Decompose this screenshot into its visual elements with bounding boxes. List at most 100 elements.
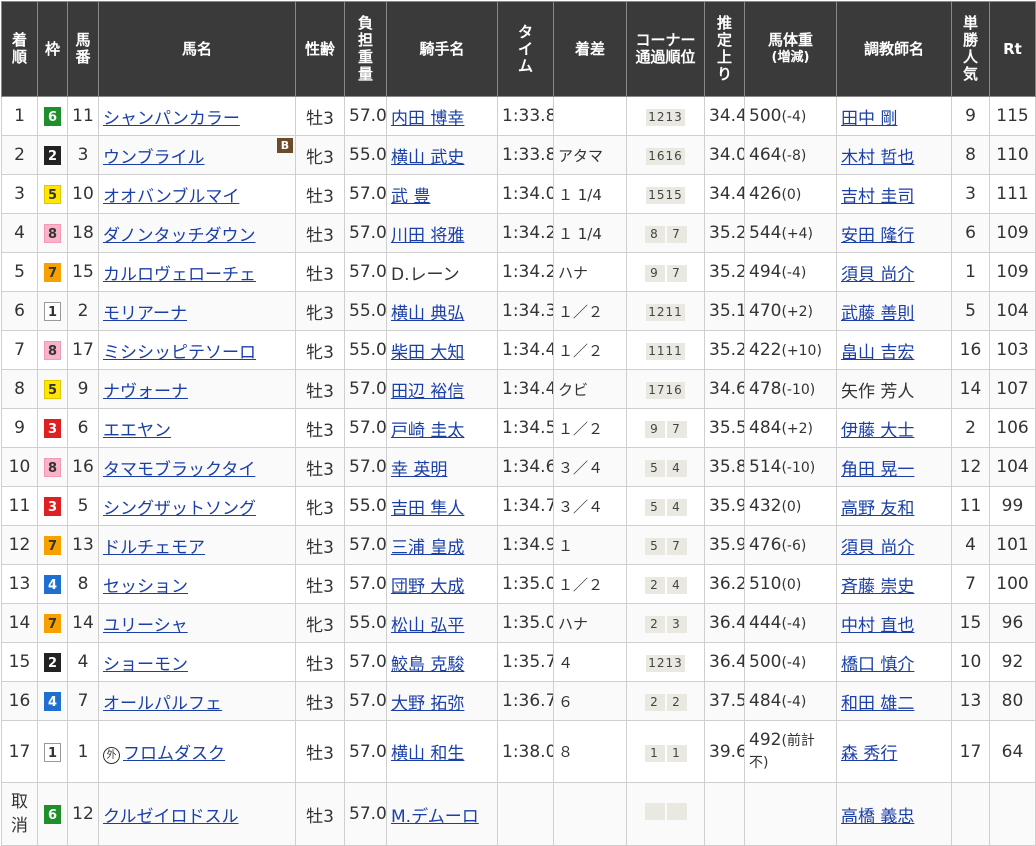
horse-name-link[interactable]: クルゼイロドスル [103, 807, 239, 827]
rank: 15 [8, 652, 31, 672]
last3f: 39.6 [704, 720, 745, 783]
weight: 57.0 [344, 174, 387, 214]
trainer-link[interactable]: 和田 雄二 [841, 694, 914, 714]
body-weight-cell: 470(+2) [744, 291, 837, 331]
horse-name-link[interactable]: ウンブライル [103, 148, 205, 168]
horse-name-link[interactable]: モリアーナ [103, 304, 187, 324]
margin: ハナ [553, 603, 627, 643]
jockey-link[interactable]: 内田 博幸 [391, 109, 464, 129]
jockey-link[interactable]: 団野 大成 [391, 577, 464, 597]
table-row: 14 7 14 ユリーシャ 牝3 55.0 松山 弘平 1:35.0 ハナ 23… [1, 603, 1036, 643]
trainer-link[interactable]: 高野 友和 [841, 499, 914, 519]
jockey-link[interactable]: 横山 和生 [391, 744, 464, 764]
trainer-link[interactable]: 角田 晃一 [841, 460, 914, 480]
horse-name-link[interactable]: フロムダスク [123, 744, 225, 764]
jockey-link[interactable]: 鮫島 克駿 [391, 655, 464, 675]
horse-name-link[interactable]: オールパルフェ [103, 694, 222, 714]
popularity: 7 [951, 564, 990, 604]
trainer-cell: 吉村 圭司 [836, 174, 952, 214]
horse-name-link[interactable]: ドルチェモア [103, 538, 205, 558]
trainer-link[interactable]: 田中 剛 [841, 109, 897, 129]
horse-name-link[interactable]: シングザットソング [103, 499, 256, 519]
rank-cell: 取消 [1, 782, 38, 846]
corner-cell: 22 [626, 681, 705, 721]
jockey-link[interactable]: 大野 拓弥 [391, 694, 464, 714]
horse-name-link[interactable]: ダノンタッチダウン [103, 226, 256, 246]
jockey-link[interactable]: 川田 将雅 [391, 226, 464, 246]
trainer-cell: 須貝 尚介 [836, 525, 952, 565]
jockey-link[interactable]: 幸 英明 [391, 460, 447, 480]
jockey-cell: 内田 博幸 [386, 96, 498, 136]
horse-name-link[interactable]: ミシシッピテソーロ [103, 343, 256, 363]
rank-cell: 12 [1, 525, 38, 565]
waku-cell: 3 [37, 408, 68, 448]
jockey-cell: 横山 典弘 [386, 291, 498, 331]
jockey-link[interactable]: M.デムーロ [391, 807, 479, 827]
trainer-link[interactable]: 木村 哲也 [841, 148, 914, 168]
body-weight: 464 [749, 145, 782, 165]
table-row: 15 2 4 ショーモン 牡3 57.0 鮫島 克駿 1:35.7 ４ 1213… [1, 642, 1036, 682]
jockey-link[interactable]: 横山 武史 [391, 148, 464, 168]
horse-name-cell: ユリーシャ [98, 603, 296, 643]
waku-badge: 3 [44, 497, 61, 516]
horse-name-link[interactable]: セッション [103, 577, 188, 597]
horse-name-link[interactable]: タマモブラックタイ [103, 460, 255, 480]
horse-name-link[interactable]: カルロヴェローチェ [103, 265, 256, 285]
jockey-link[interactable]: 武 豊 [391, 187, 430, 207]
corner-cell: 1515 [626, 174, 705, 214]
finish-time: 1:35.7 [497, 642, 554, 682]
body-weight: 484 [749, 691, 782, 711]
table-row: 8 5 9 ナヴォーナ 牡3 57.0 田辺 裕信 1:34.4 クビ 1716… [1, 369, 1036, 409]
trainer-link[interactable]: 安田 隆行 [841, 226, 914, 246]
rank: 12 [8, 535, 31, 555]
corner-position: 1213 [646, 655, 685, 672]
rank: 14 [8, 613, 31, 633]
table-row: 3 5 10 オオバンブルマイ 牡3 57.0 武 豊 1:34.0 １ 1/4… [1, 174, 1036, 214]
sex-age: 牡3 [295, 174, 345, 214]
weight: 55.0 [344, 486, 387, 526]
trainer-link[interactable]: 武藤 善則 [841, 304, 914, 324]
jockey-link[interactable]: 横山 典弘 [391, 304, 464, 324]
waku-cell: 4 [37, 564, 68, 604]
margin: ６ [553, 681, 627, 721]
horse-name-link[interactable]: ユリーシャ [103, 616, 188, 636]
jockey-link[interactable]: 三浦 皇成 [391, 538, 464, 558]
trainer-link[interactable]: 森 秀行 [841, 744, 897, 764]
popularity: 9 [951, 96, 990, 136]
trainer-link[interactable]: 須貝 尚介 [841, 265, 914, 285]
waku-badge: 5 [44, 380, 61, 399]
trainer-link[interactable]: 伊藤 大士 [841, 421, 914, 441]
rating: 109 [989, 252, 1036, 292]
finish-time: 1:34.5 [497, 408, 554, 448]
trainer-link[interactable]: 斉藤 崇史 [841, 577, 914, 597]
body-weight-delta: (-4) [781, 109, 807, 125]
trainer-name: 矢作 芳人 [841, 381, 915, 402]
horse-name-link[interactable]: エエヤン [103, 421, 171, 441]
jockey-link[interactable]: 松山 弘平 [391, 616, 464, 636]
jockey-link[interactable]: 戸崎 圭太 [391, 421, 464, 441]
body-weight: 426 [749, 184, 782, 204]
sex-age: 牡3 [295, 369, 345, 409]
trainer-link[interactable]: 吉村 圭司 [841, 187, 914, 207]
rank-cell: 17 [1, 720, 38, 783]
jockey-link[interactable]: 田辺 裕信 [391, 382, 464, 402]
jockey-cell: 横山 武史 [386, 135, 498, 175]
table-row: 6 1 2 モリアーナ 牝3 55.0 横山 典弘 1:34.3 １／２ 121… [1, 291, 1036, 331]
trainer-link[interactable]: 畠山 吉宏 [841, 343, 914, 363]
finish-time: 1:34.7 [497, 486, 554, 526]
horse-name-link[interactable]: オオバンブルマイ [103, 187, 239, 207]
last3f: 36.4 [704, 642, 745, 682]
horse-name-link[interactable]: ショーモン [103, 655, 188, 675]
jockey-link[interactable]: 吉田 隼人 [391, 499, 464, 519]
margin: １／２ [553, 330, 627, 370]
trainer-link[interactable]: 高橋 義忠 [841, 807, 914, 827]
trainer-link[interactable]: 橋口 慎介 [841, 655, 914, 675]
corner-position: 5 [644, 538, 665, 555]
jockey-link[interactable]: 柴田 大知 [391, 343, 464, 363]
trainer-link[interactable]: 須貝 尚介 [841, 538, 914, 558]
trainer-link[interactable]: 中村 直也 [841, 616, 914, 636]
horse-name-link[interactable]: シャンパンカラー [103, 109, 240, 129]
horse-name-link[interactable]: ナヴォーナ [103, 382, 188, 402]
weight: 55.0 [344, 330, 387, 370]
body-weight: 514 [749, 457, 782, 477]
